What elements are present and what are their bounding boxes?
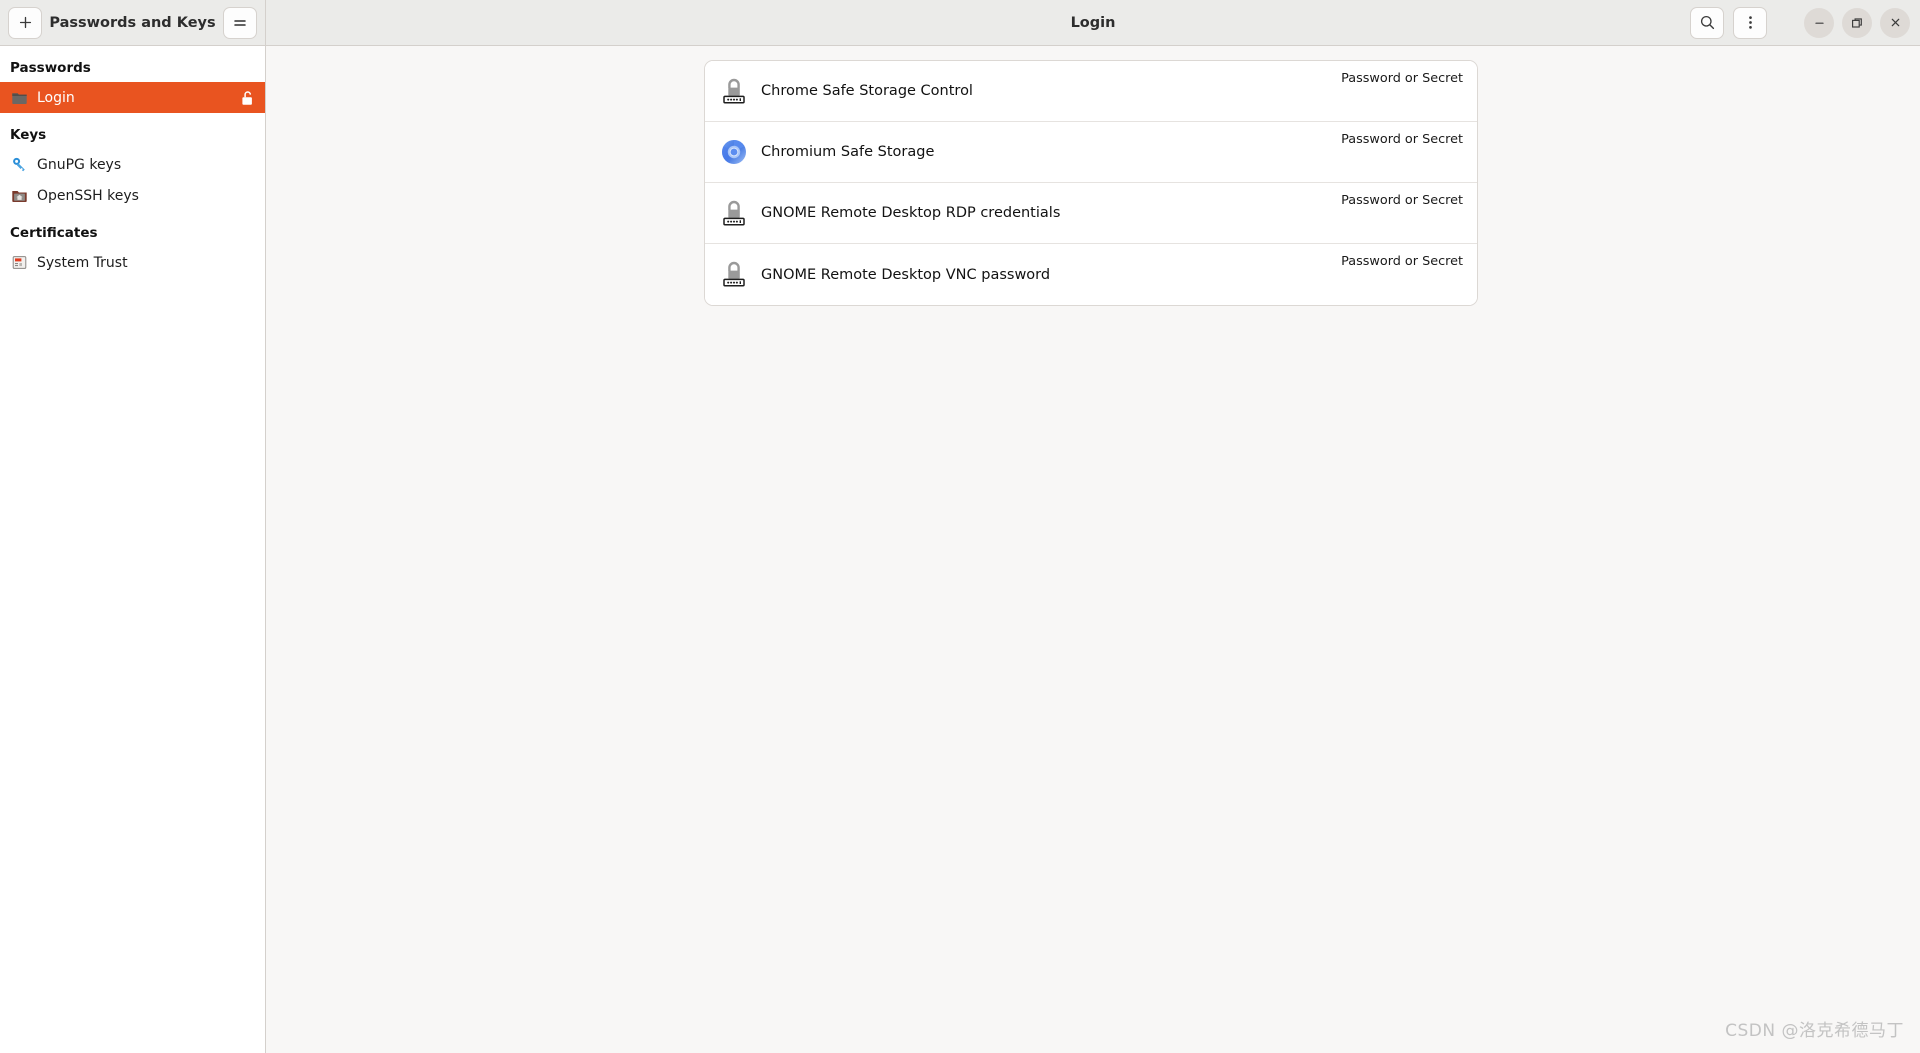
app-title: Passwords and Keys — [49, 14, 216, 31]
window-body: Passwords Login Keys GnuPG keys OpenSSH … — [0, 46, 1920, 1053]
unlocked-padlock-icon — [240, 89, 255, 106]
close-button[interactable] — [1880, 7, 1910, 38]
row-type-label: Password or Secret — [1341, 254, 1463, 269]
sidebar-item-gnupg-keys[interactable]: GnuPG keys — [0, 149, 265, 180]
sidebar-item-label: GnuPG keys — [37, 156, 122, 173]
sidebar-group-title-passwords: Passwords — [10, 60, 91, 76]
row-type-label: Password or Secret — [1341, 193, 1463, 208]
sidebar-item-label: Login — [37, 89, 75, 106]
more-options-button[interactable] — [1733, 6, 1767, 39]
sidebar-header: Passwords and Keys — [0, 0, 266, 45]
row-type-label: Password or Secret — [1341, 132, 1463, 147]
content-area: Chrome Safe Storage Control Password or … — [266, 46, 1920, 1053]
sidebar-item-trailing-empty — [240, 156, 255, 173]
application-window: Passwords and Keys Login Passwords Login… — [0, 0, 1920, 1053]
maximize-button[interactable] — [1842, 7, 1872, 38]
password-lock-icon — [721, 76, 747, 106]
certificate-icon — [12, 256, 27, 269]
search-icon — [1700, 15, 1714, 30]
search-button[interactable] — [1690, 6, 1724, 39]
row-title: GNOME Remote Desktop VNC password — [761, 266, 1051, 283]
sidebar-item-trailing-empty — [240, 254, 255, 271]
folder-icon — [12, 93, 27, 104]
table-row[interactable]: Chrome Safe Storage Control Password or … — [705, 61, 1477, 122]
primary-menu-button[interactable] — [223, 6, 257, 39]
sidebar-group-title-keys: Keys — [10, 127, 47, 143]
password-lock-icon — [721, 198, 747, 228]
gnupg-key-icon — [13, 157, 25, 172]
keyring-item-list: Chrome Safe Storage Control Password or … — [704, 60, 1478, 306]
table-row[interactable]: GNOME Remote Desktop RDP credentials Pas… — [705, 183, 1477, 244]
header-actions — [1690, 6, 1910, 39]
minimize-icon — [1814, 22, 1824, 24]
plus-icon — [19, 16, 31, 29]
row-title: Chrome Safe Storage Control — [761, 83, 973, 99]
sidebar: Passwords Login Keys GnuPG keys OpenSSH … — [0, 46, 266, 1053]
page-title: Login — [1070, 14, 1116, 31]
row-title: GNOME Remote Desktop RDP credentials — [761, 205, 1061, 221]
sidebar-item-trailing-empty — [240, 187, 255, 204]
table-row[interactable]: GNOME Remote Desktop VNC password Passwo… — [705, 244, 1477, 305]
header-bar: Passwords and Keys Login — [0, 0, 1920, 46]
close-icon — [1891, 18, 1899, 27]
sidebar-item-openssh-keys[interactable]: OpenSSH keys — [0, 180, 265, 211]
sidebar-group-title-certificates: Certificates — [10, 225, 98, 241]
sidebar-item-system-trust[interactable]: System Trust — [0, 247, 265, 278]
hamburger-menu-icon — [234, 19, 246, 26]
minimize-button[interactable] — [1804, 7, 1834, 38]
add-new-item-button[interactable] — [8, 6, 42, 39]
sidebar-item-login[interactable]: Login — [0, 82, 265, 113]
row-title: Chromium Safe Storage — [761, 144, 935, 160]
password-lock-icon — [721, 260, 747, 290]
window-header: Login — [266, 0, 1920, 45]
chromium-icon — [721, 137, 747, 167]
more-options-icon — [1748, 16, 1752, 29]
sidebar-item-label: System Trust — [37, 254, 128, 271]
watermark: CSDN @洛克希德马丁 — [1725, 1021, 1904, 1041]
table-row[interactable]: Chromium Safe Storage Password or Secret — [705, 122, 1477, 183]
openssh-folder-icon — [12, 191, 27, 202]
window-controls — [1800, 7, 1910, 38]
row-type-label: Password or Secret — [1341, 71, 1463, 86]
maximize-icon — [1852, 17, 1862, 28]
sidebar-item-label: OpenSSH keys — [37, 187, 139, 204]
